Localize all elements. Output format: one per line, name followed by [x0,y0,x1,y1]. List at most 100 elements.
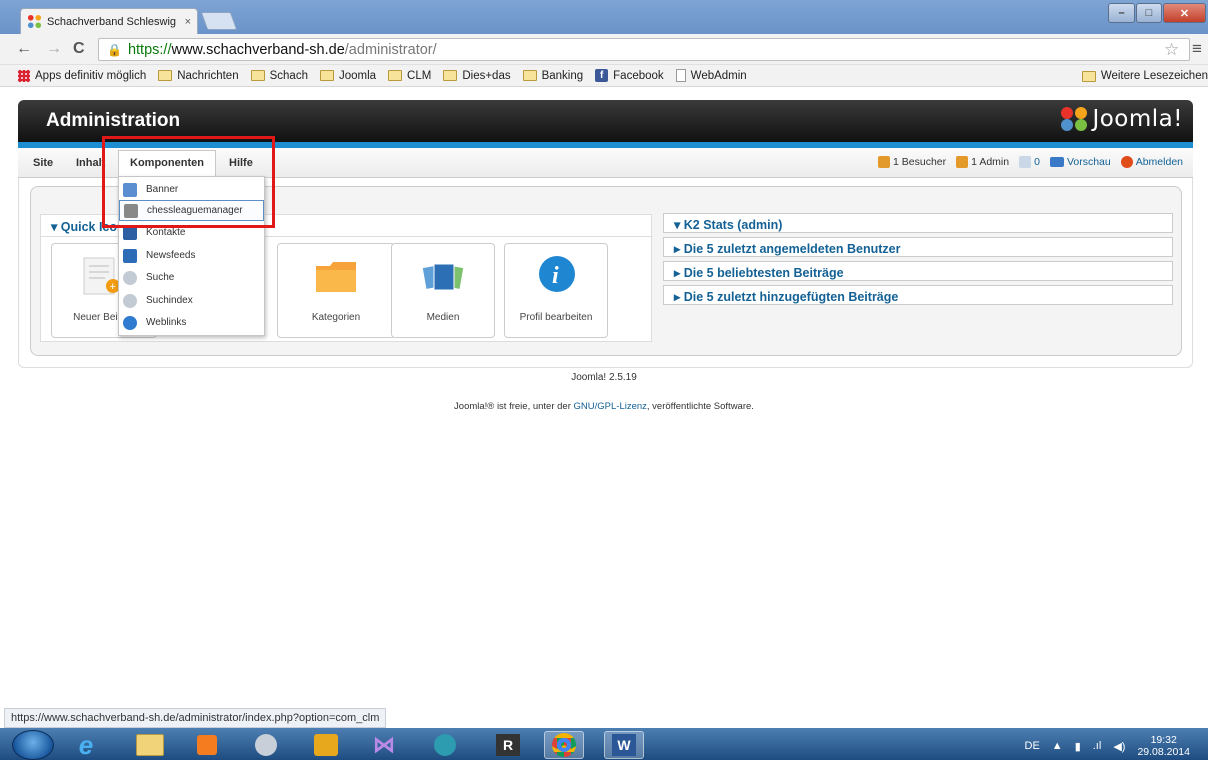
menu-item-label: Weblinks [146,317,187,328]
bookmark-webadmin[interactable]: WebAdmin [675,69,747,82]
menu-item-search[interactable]: Suche [119,267,264,288]
bookmark-folder[interactable]: Nachrichten [158,70,239,82]
address-bar[interactable]: 🔒 https:// www.schachverband-sh.de /admi… [98,38,1190,61]
accordion-label: K2 Stats (admin) [683,218,783,232]
tray-expand-icon[interactable]: ▲ [1052,740,1063,752]
volume-icon[interactable]: ◀) [1113,740,1125,753]
folder-icon [1081,70,1096,82]
language-indicator[interactable]: DE [1025,740,1040,752]
r-app-icon[interactable]: R [488,731,528,759]
bookmark-folder[interactable]: CLM [388,70,431,82]
annotation-highlight-box [102,136,275,228]
messages-status[interactable]: 0 [1019,156,1040,168]
accordion-logged-users[interactable]: ▸ Die 5 zuletzt angemeldeten Benutzer [663,237,1173,257]
logout-label: Abmelden [1135,156,1183,168]
bookmark-folder[interactable]: Schach [250,69,308,82]
license-notice: Joomla!® ist freie, unter der GNU/GPL-Li… [0,401,1208,412]
admin-user-icon [956,156,969,168]
explorer-icon[interactable] [130,731,170,759]
visual-studio-icon[interactable]: ⋈ [364,731,404,759]
admin-status-area: 1 Besucher 1 Admin 0 Vorschau Abmelden [878,156,1183,168]
bookmark-folder[interactable]: Dies+das [443,69,511,82]
menu-item-search-index[interactable]: Suchindex [119,290,264,311]
minimize-button[interactable]: – [1108,3,1135,23]
tab-title: Schachverband Schleswig [47,15,177,28]
clock[interactable]: 19:32 29.08.2014 [1137,734,1190,758]
quick-icon-media[interactable]: Medien [391,243,495,338]
clock-time: 19:32 [1150,734,1177,746]
bookmark-folder[interactable]: Joomla [319,70,376,82]
folder-large-icon [316,262,356,292]
bookmarks-bar: Apps definitiv möglich Nachrichten Schac… [0,65,1208,87]
folder-icon [388,70,403,81]
clock-date: 29.08.2014 [1137,746,1190,758]
system-tray: DE ▲ ▮ .ıl ◀) 19:32 29.08.2014 [1025,734,1190,758]
maximize-button[interactable]: □ [1136,3,1162,23]
menu-item-label: Suchindex [146,295,193,306]
start-button[interactable] [12,730,54,760]
visitors-label: 1 Besucher [893,156,947,168]
url-scheme: https:// [127,41,172,58]
menu-item-label: Kontakte [146,227,186,238]
logout-link[interactable]: Abmelden [1120,156,1183,168]
browser-toolbar: ← → C 🔒 https:// www.schachverband-sh.de… [0,34,1208,65]
status-url-bubble: https://www.schachverband-sh.de/administ… [4,708,387,728]
menu-item-label: Newsfeeds [146,250,196,261]
media-player-icon[interactable] [187,731,227,759]
bookmark-label: Facebook [613,69,664,82]
joomla-version: Joomla! 2.5.19 [571,372,637,383]
bookmark-apps[interactable]: Apps definitiv möglich [18,69,147,82]
menu-item-label: Suche [146,272,175,283]
joomla-logo-icon [1061,107,1088,131]
accordion-popular-articles[interactable]: ▸ Die 5 beliebtesten Beiträge [663,261,1173,281]
info-icon: i [539,256,575,292]
bookmark-star-icon[interactable]: ☆ [1164,40,1179,60]
svg-text:+: + [110,281,116,293]
visitors-status[interactable]: 1 Besucher [878,156,946,168]
menu-item-newsfeeds[interactable]: Newsfeeds [119,245,264,266]
folder-icon [319,70,334,81]
menu-site[interactable]: Site [33,157,53,169]
url-host: www.schachverband-sh.de [171,41,345,58]
accordion-recent-articles[interactable]: ▸ Die 5 zuletzt hinzugefügten Beiträge [663,285,1173,305]
folder-icon [443,70,458,81]
snipping-tool-icon[interactable] [246,731,286,759]
search-icon [123,270,137,285]
chrome-menu-icon[interactable]: ≡ [1192,39,1202,59]
outlook-icon[interactable] [306,731,346,759]
close-window-button[interactable]: ✕ [1163,3,1206,23]
bookmark-folder[interactable]: Banking [522,70,583,82]
menu-item-weblinks[interactable]: Weblinks [119,312,264,333]
preview-link[interactable]: Vorschau [1049,156,1111,168]
forward-arrow-icon[interactable]: → [46,40,62,58]
network-icon[interactable] [425,731,465,759]
bookmark-label: Apps definitiv möglich [35,69,147,82]
bookmark-other-folder[interactable]: Weitere Lesezeichen [1081,65,1208,87]
network-tray-icon[interactable]: ▮ [1075,740,1081,753]
facebook-icon: f [595,69,609,82]
bookmark-facebook[interactable]: f Facebook [595,69,664,82]
new-tab-button[interactable] [200,12,238,30]
messages-count: 0 [1034,156,1040,168]
accordion-k2-stats[interactable]: ▾ K2 Stats (admin) [663,213,1173,233]
messages-icon [1019,156,1032,168]
tab-close-icon[interactable]: × [185,16,191,28]
ie-icon[interactable]: e [66,730,106,760]
bookmark-label: Dies+das [462,69,511,82]
bookmark-label: CLM [407,69,432,82]
back-arrow-icon[interactable]: ← [16,40,32,58]
joomla-logo-text: Joomla! [1092,106,1183,132]
reload-icon[interactable]: C [73,40,85,58]
chrome-icon[interactable] [544,731,584,759]
bookmark-label: Schach [269,69,308,82]
word-icon[interactable]: W [604,731,644,759]
license-link[interactable]: GNU/GPL-Lizenz [574,401,647,412]
bookmark-label: WebAdmin [690,69,747,82]
apps-grid-icon [18,69,30,82]
quick-icon-edit-profile[interactable]: i Profil bearbeiten [504,243,608,338]
browser-tab[interactable]: Schachverband Schleswig × [20,8,198,34]
admins-status[interactable]: 1 Admin [956,156,1009,168]
quick-icon-categories[interactable]: Kategorien [277,243,395,338]
signal-icon[interactable]: .ıl [1093,740,1102,752]
accordion-label: Die 5 zuletzt angemeldeten Benutzer [683,242,901,256]
